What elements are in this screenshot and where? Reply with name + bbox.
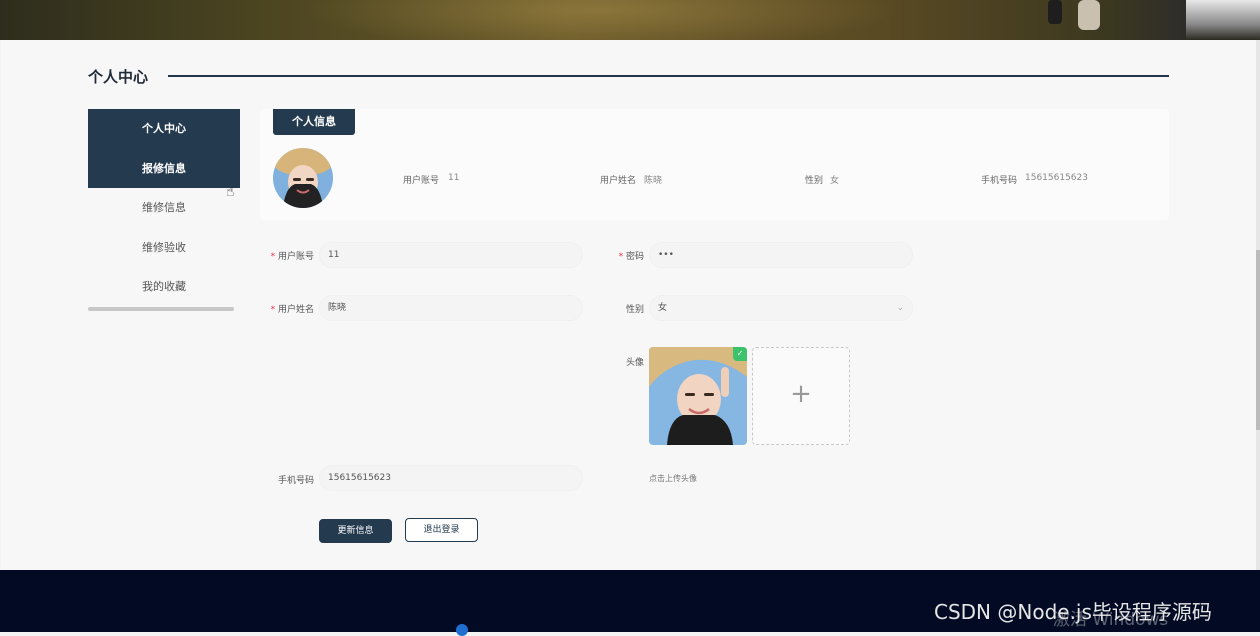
profile-card-tab: 个人信息 bbox=[273, 109, 355, 135]
avatar bbox=[273, 148, 333, 208]
avatar-photo bbox=[273, 148, 333, 208]
profile-name-value: 陈晓 bbox=[644, 176, 663, 186]
logout-button[interactable]: 退出登录 bbox=[405, 518, 478, 542]
sidebar: 个人中心 报修信息 维修信息 维修验收 我的收藏 bbox=[88, 109, 240, 311]
profile-gender-label: 性别 bbox=[805, 176, 824, 186]
required-mark: * bbox=[618, 252, 624, 262]
sidebar-item-favorites[interactable]: 我的收藏 bbox=[88, 267, 240, 307]
chevron-down-icon: ⌄ bbox=[896, 303, 904, 313]
profile-summary-card bbox=[260, 109, 1169, 220]
account-input[interactable]: 11 bbox=[319, 242, 583, 268]
footer-dot-icon bbox=[456, 624, 468, 636]
profile-phone-label: 手机号码 bbox=[981, 176, 1018, 186]
sidebar-item-repair-acceptance[interactable]: 维修验收 bbox=[88, 227, 240, 268]
name-input[interactable]: 陈晓 bbox=[319, 295, 583, 321]
banner-figure bbox=[1048, 0, 1062, 24]
profile-gender-value: 女 bbox=[830, 176, 840, 186]
uploaded-avatar[interactable] bbox=[649, 347, 747, 445]
phone-input[interactable]: 15615615623 bbox=[319, 465, 583, 491]
profile-phone-value: 15615615623 bbox=[1025, 173, 1088, 183]
sidebar-scrollbar[interactable] bbox=[88, 306, 234, 311]
avatar-field-label: 头像 bbox=[625, 358, 644, 368]
top-banner-image bbox=[0, 0, 1260, 40]
banner-figure bbox=[1078, 0, 1100, 30]
upload-success-check-icon: ✓ bbox=[733, 347, 747, 361]
sidebar-item-personal-center[interactable]: 个人中心 bbox=[88, 109, 240, 149]
sidebar-item-repair-info[interactable]: 维修信息 bbox=[88, 188, 240, 228]
upload-avatar-button[interactable]: + bbox=[752, 347, 850, 445]
name-label-text: 用户姓名 bbox=[277, 305, 314, 315]
password-field-label: * 密码 bbox=[610, 249, 644, 262]
profile-account-label: 用户账号 bbox=[403, 176, 440, 186]
csdn-watermark: CSDN @Node.js毕设程序源码 bbox=[934, 600, 1212, 624]
required-mark: * bbox=[270, 252, 276, 262]
hand-cursor-icon: ☝ bbox=[226, 184, 235, 200]
banner-tent bbox=[1186, 0, 1260, 40]
banner-light bbox=[300, 0, 900, 40]
name-field-label: * 用户姓名 bbox=[262, 302, 314, 315]
password-label-text: 密码 bbox=[625, 252, 644, 262]
gender-select[interactable]: 女 ⌄ bbox=[649, 295, 913, 321]
sidebar-item-repair-report[interactable]: 报修信息 bbox=[88, 148, 240, 189]
upload-avatar-tip: 点击上传头像 bbox=[649, 474, 697, 483]
uploaded-avatar-photo bbox=[649, 347, 747, 445]
page-scrollbar[interactable] bbox=[1256, 40, 1260, 570]
account-field-label: * 用户账号 bbox=[262, 249, 314, 262]
profile-name-label: 用户姓名 bbox=[600, 176, 637, 186]
required-mark: * bbox=[270, 305, 276, 315]
section-title: 个人中心 bbox=[88, 68, 149, 86]
section-title-divider bbox=[168, 75, 1169, 77]
profile-account-value: 11 bbox=[448, 173, 460, 183]
account-label-text: 用户账号 bbox=[277, 252, 314, 262]
gender-select-value: 女 bbox=[658, 303, 668, 313]
password-input[interactable]: ••• bbox=[649, 242, 913, 268]
update-info-button[interactable]: 更新信息 bbox=[319, 519, 392, 543]
phone-field-label: 手机号码 bbox=[277, 476, 314, 486]
gender-field-label: 性别 bbox=[625, 305, 644, 315]
page-scrollbar-thumb[interactable] bbox=[1256, 250, 1260, 430]
